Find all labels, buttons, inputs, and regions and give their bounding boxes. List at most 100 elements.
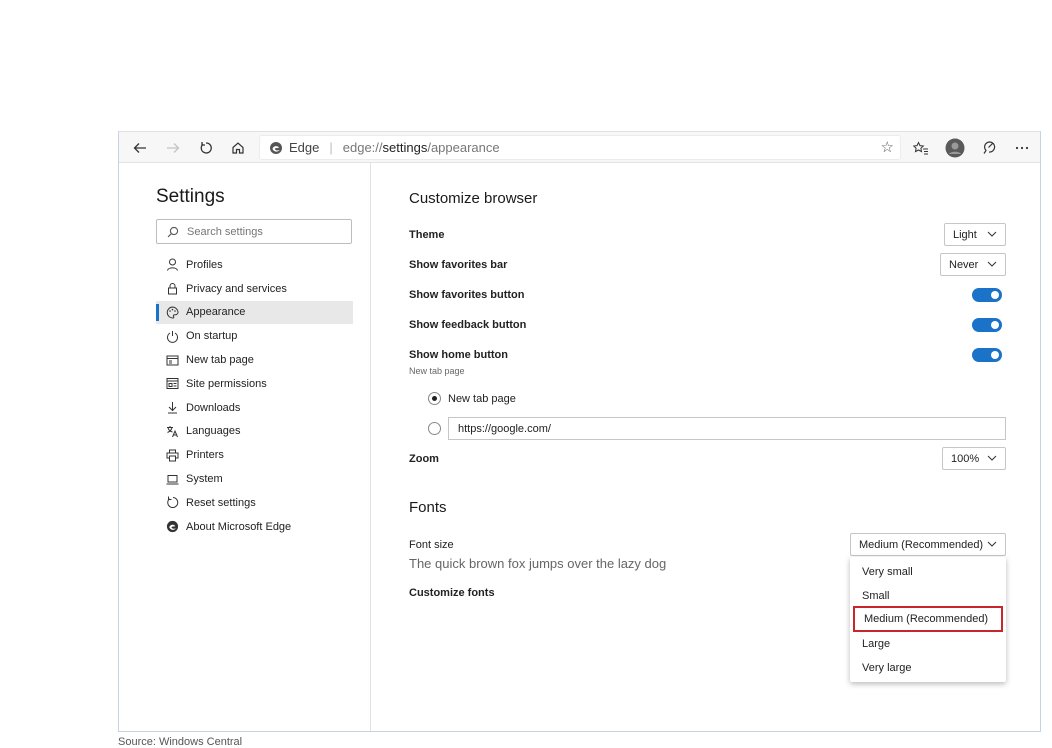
menu-item-medium-recommended[interactable]: Medium (Recommended): [853, 606, 1003, 632]
back-button[interactable]: [129, 137, 151, 159]
source-caption: Source: Windows Central: [118, 736, 243, 748]
fonts-heading: Fonts: [409, 499, 447, 516]
sidebar-item-label: On startup: [186, 330, 238, 343]
url-main: settings: [382, 140, 428, 155]
sidebar-item-reset-settings[interactable]: Reset settings: [156, 491, 353, 515]
favorites-button-label: Show favorites button: [409, 289, 525, 301]
radio-new-tab-page[interactable]: [428, 392, 441, 405]
download-icon: [165, 401, 179, 415]
add-favorite-star-icon[interactable]: ☆: [881, 138, 894, 156]
power-icon: [165, 329, 179, 343]
avatar: [945, 138, 965, 158]
customize-browser-heading: Customize browser: [409, 190, 538, 207]
chevron-down-icon: [987, 231, 997, 237]
arrow-right-icon: [167, 143, 180, 153]
menu-item-large[interactable]: Large: [850, 632, 1006, 656]
font-sample-text: The quick brown fox jumps over the lazy …: [409, 556, 667, 571]
customize-fonts-link[interactable]: Customize fonts: [409, 587, 495, 599]
favorites-button-toggle[interactable]: [972, 288, 1002, 302]
person-icon: [165, 258, 179, 272]
sidebar-item-about-edge[interactable]: About Microsoft Edge: [156, 515, 353, 539]
sidebar-item-privacy[interactable]: Privacy and services: [156, 277, 353, 301]
font-size-label: Font size: [409, 539, 454, 551]
zoom-label: Zoom: [409, 453, 439, 465]
search-icon: [167, 226, 179, 237]
site-permissions-icon: [165, 377, 179, 391]
url-prefix: edge://: [342, 140, 383, 155]
browser-toolbar: Edge | edge://settings/appearance ☆: [119, 132, 1040, 163]
search-input[interactable]: [185, 224, 339, 239]
font-size-value: Medium (Recommended): [859, 538, 984, 551]
refresh-icon: [200, 142, 212, 154]
theme-value: Light: [953, 228, 977, 241]
favorites-button[interactable]: [910, 137, 932, 159]
zoom-dropdown[interactable]: 100%: [942, 447, 1006, 470]
lock-icon: [165, 282, 179, 296]
sidebar-item-downloads[interactable]: Downloads: [156, 396, 353, 420]
favorites-bar-dropdown[interactable]: Never: [940, 253, 1006, 276]
forward-button[interactable]: [162, 137, 184, 159]
edge-logo-icon: [270, 141, 282, 154]
address-separator: |: [329, 140, 333, 155]
edge-logo-icon: [165, 520, 179, 534]
sidebar-item-profiles[interactable]: Profiles: [156, 253, 353, 277]
home-button-toggle[interactable]: [972, 348, 1002, 362]
sidebar-item-label: Privacy and services: [186, 282, 287, 295]
more-icon: [1015, 146, 1029, 150]
menu-item-small[interactable]: Small: [850, 584, 1006, 608]
chevron-down-icon: [987, 541, 997, 547]
page-title: Settings: [156, 186, 225, 207]
search-settings-box[interactable]: [156, 219, 352, 244]
sidebar-item-label: Appearance: [186, 306, 246, 319]
sidebar-item-appearance[interactable]: Appearance: [156, 300, 353, 325]
laptop-icon: [165, 472, 179, 486]
settings-sidebar: Settings Profiles Privacy and services A…: [119, 163, 371, 731]
palette-icon: [165, 305, 179, 319]
sidebar-item-on-startup[interactable]: On startup: [156, 324, 353, 348]
arrow-left-icon: [133, 143, 146, 153]
sidebar-item-label: About Microsoft Edge: [186, 520, 292, 533]
radio-custom-url[interactable]: [428, 422, 441, 435]
feedback-button[interactable]: [978, 137, 1000, 159]
sidebar-item-new-tab-page[interactable]: New tab page: [156, 348, 353, 372]
feedback-button-toggle[interactable]: [972, 318, 1002, 332]
sidebar-item-label: Languages: [186, 425, 241, 438]
sidebar-item-languages[interactable]: Languages: [156, 420, 353, 444]
home-url-field[interactable]: https://google.com/: [448, 417, 1006, 440]
zoom-value: 100%: [951, 452, 980, 465]
sidebar-item-label: System: [186, 473, 223, 486]
sidebar-item-label: Site permissions: [186, 377, 267, 390]
feedback-icon: [983, 140, 995, 154]
settings-nav: Profiles Privacy and services Appearance…: [156, 253, 353, 539]
chevron-down-icon: [987, 455, 997, 461]
favorites-bar-value: Never: [949, 258, 979, 271]
sidebar-item-system[interactable]: System: [156, 467, 353, 491]
profile-button[interactable]: [944, 137, 966, 159]
menu-item-very-large[interactable]: Very large: [850, 656, 1006, 680]
sidebar-item-label: Downloads: [186, 401, 241, 414]
theme-dropdown[interactable]: Light: [944, 223, 1006, 246]
radio-new-tab-page-label: New tab page: [448, 393, 516, 405]
browser-window: Edge | edge://settings/appearance ☆ Sett…: [118, 131, 1041, 732]
newtab-icon: [165, 353, 179, 367]
sidebar-item-site-permissions[interactable]: Site permissions: [156, 372, 353, 396]
more-menu-button[interactable]: [1011, 137, 1033, 159]
sidebar-item-label: Profiles: [186, 258, 223, 271]
languages-icon: [165, 424, 179, 438]
sidebar-item-printers[interactable]: Printers: [156, 443, 353, 467]
favorites-list-icon: [913, 141, 928, 155]
address-bar[interactable]: Edge | edge://settings/appearance ☆: [259, 135, 901, 160]
sidebar-item-label: New tab page: [186, 354, 254, 367]
favorites-bar-label: Show favorites bar: [409, 259, 508, 271]
reset-icon: [165, 496, 179, 510]
home-button[interactable]: [227, 137, 249, 159]
menu-item-very-small[interactable]: Very small: [850, 560, 1006, 584]
edge-label: Edge: [289, 140, 320, 155]
url-suffix: /appearance: [427, 140, 500, 155]
home-icon: [232, 142, 244, 154]
refresh-button[interactable]: [195, 137, 217, 159]
font-size-dropdown[interactable]: Medium (Recommended): [850, 533, 1006, 556]
font-size-menu: Very small Small Medium (Recommended) La…: [850, 557, 1006, 682]
feedback-button-label: Show feedback button: [409, 319, 527, 331]
theme-label: Theme: [409, 229, 445, 241]
